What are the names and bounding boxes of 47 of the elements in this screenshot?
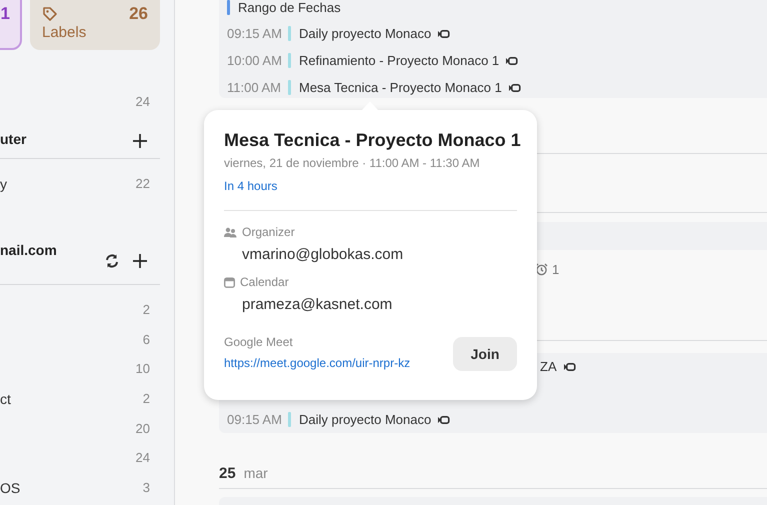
event-date-time: viernes, 21 de noviembre · 11:00 AM - 11:30 AM (224, 156, 481, 170)
item-count: 22 (136, 176, 150, 192)
item-count: 2 (142, 302, 150, 318)
event-time: 11:00 AM (227, 80, 281, 95)
join-button[interactable]: Join (453, 336, 517, 370)
add-icon[interactable] (132, 133, 148, 149)
item-count: 24 (136, 450, 150, 466)
sidebar-tile[interactable]: 1 (0, 0, 22, 50)
sidebar-item[interactable]: y (0, 176, 7, 192)
people-icon (224, 226, 237, 238)
event-title[interactable]: Daily proyecto Monaco (299, 412, 432, 427)
calendar-label: Calendar (240, 275, 289, 289)
calendar-icon (224, 276, 235, 288)
meet-label: Google Meet (224, 335, 294, 349)
tag-icon (42, 6, 58, 22)
add-icon[interactable] (132, 252, 148, 269)
meet-link[interactable]: https://meet.google.com/uir-nrpr-kz (224, 356, 410, 370)
event-title[interactable]: Daily proyecto Monaco (299, 26, 432, 41)
reminder-count: 1 (552, 262, 560, 277)
event-title[interactable]: ZA (540, 359, 557, 374)
section-header: uter (0, 131, 26, 147)
section-header: nail.com (0, 242, 57, 258)
event-time: 09:15 AM (227, 26, 281, 41)
calendar-email: prameza@kasnet.com (242, 296, 394, 313)
tile-count: 26 (129, 4, 148, 24)
day-number: 25 (219, 465, 236, 482)
tile-label: Labels (42, 24, 86, 41)
event-time: 09:15 AM (227, 412, 281, 427)
item-count: 20 (136, 420, 150, 436)
item-count: 3 (142, 480, 150, 496)
item-count: 2 (142, 391, 150, 406)
sidebar-item[interactable]: ct (0, 390, 11, 407)
event-title[interactable]: Rango de Fechas (238, 0, 341, 15)
weekday-label: mar (244, 465, 268, 481)
event-title[interactable]: Mesa Tecnica - Proyecto Monaco 1 (299, 80, 502, 95)
item-count: 10 (136, 361, 150, 376)
event-title[interactable]: Refinamiento - Proyecto Monaco 1 (299, 53, 500, 68)
item-count: 6 (142, 332, 150, 347)
item-count: 24 (136, 94, 150, 108)
refresh-icon[interactable] (104, 252, 120, 269)
organizer-email: vmarino@globokas.com (242, 246, 404, 263)
sidebar-item[interactable]: OS (0, 480, 20, 496)
event-time: 10:00 AM (227, 53, 281, 68)
alarm-clock-icon (535, 263, 548, 276)
organizer-label: Organizer (242, 225, 295, 239)
tile-count: 1 (0, 4, 10, 24)
relative-time: In 4 hours (224, 179, 278, 193)
